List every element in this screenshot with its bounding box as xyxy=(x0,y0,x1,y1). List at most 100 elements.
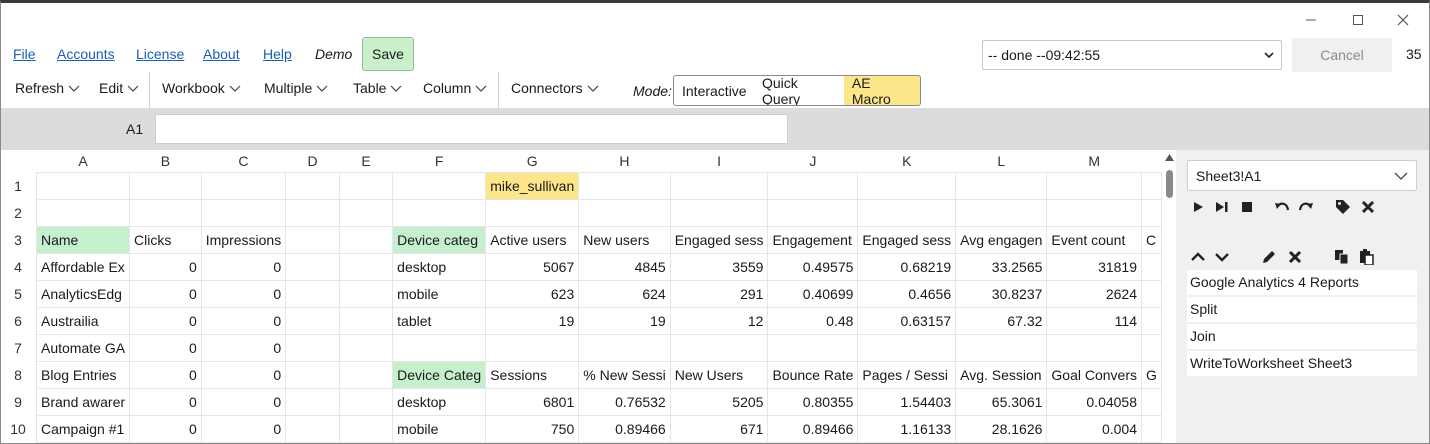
cell-g2[interactable] xyxy=(485,198,580,227)
cell-g9[interactable]: 6801 xyxy=(485,387,580,416)
cell-g5[interactable]: 623 xyxy=(485,279,580,308)
column-menu[interactable]: Column xyxy=(423,80,487,96)
cell-c7[interactable]: 0 xyxy=(200,333,287,362)
tag-icon[interactable] xyxy=(1334,198,1352,216)
column-header-m[interactable]: M xyxy=(1046,150,1142,172)
cell-overflow[interactable] xyxy=(1141,306,1162,335)
paste-icon[interactable] xyxy=(1357,248,1375,266)
cell-i3[interactable]: Engaged sess xyxy=(669,225,769,254)
scrollbar-thumb[interactable] xyxy=(1166,170,1173,198)
cell-g7[interactable] xyxy=(485,333,580,362)
cell-a1[interactable] xyxy=(35,171,131,200)
cell-a5[interactable]: AnalyticsEdg xyxy=(35,279,131,308)
cell-a3[interactable]: Name xyxy=(35,225,131,254)
cell-l10[interactable]: 28.1626 xyxy=(955,414,1048,443)
cell-overflow[interactable]: C xyxy=(1141,225,1162,254)
vertical-scrollbar[interactable] xyxy=(1162,150,1176,444)
undo-icon[interactable] xyxy=(1273,198,1291,216)
cell-i9[interactable]: 5205 xyxy=(669,387,769,416)
cell-m7[interactable] xyxy=(1046,333,1142,362)
cell-c10[interactable]: 0 xyxy=(200,414,287,443)
cell-h2[interactable] xyxy=(578,198,671,227)
cell-c4[interactable]: 0 xyxy=(200,252,287,281)
cell-j3[interactable]: Engagement xyxy=(767,225,859,254)
cell-i2[interactable] xyxy=(669,198,769,227)
cell-f3[interactable]: Device categ xyxy=(392,225,487,254)
cell-i7[interactable] xyxy=(669,333,769,362)
chevron-down-icon[interactable] xyxy=(1213,248,1231,266)
cell-h1[interactable] xyxy=(578,171,671,200)
cell-l9[interactable]: 65.3061 xyxy=(955,387,1048,416)
cell-e8[interactable] xyxy=(338,360,394,389)
cell-c9[interactable]: 0 xyxy=(200,387,287,416)
copy-icon[interactable] xyxy=(1333,248,1351,266)
cell-m3[interactable]: Event count xyxy=(1046,225,1142,254)
cell-i8[interactable]: New Users xyxy=(669,360,769,389)
column-header-i[interactable]: I xyxy=(670,150,768,172)
menu-file[interactable]: File xyxy=(13,46,36,62)
cell-f7[interactable] xyxy=(392,333,487,362)
cell-d9[interactable] xyxy=(285,387,340,416)
cell-g4[interactable]: 5067 xyxy=(485,252,580,281)
cell-a2[interactable] xyxy=(35,198,131,227)
cell-b8[interactable]: 0 xyxy=(129,360,202,389)
cell-k1[interactable] xyxy=(857,171,957,200)
cell-d1[interactable] xyxy=(285,171,340,200)
macro-step[interactable]: Join xyxy=(1187,324,1417,349)
row-header[interactable]: 8 xyxy=(0,361,37,388)
cell-a10[interactable]: Campaign #1 xyxy=(35,414,131,443)
cell-j9[interactable]: 0.80355 xyxy=(767,387,859,416)
cell-k2[interactable] xyxy=(857,198,957,227)
pencil-icon[interactable] xyxy=(1260,248,1278,266)
cell-c1[interactable] xyxy=(200,171,287,200)
cell-a9[interactable]: Brand awarer xyxy=(35,387,131,416)
cell-f2[interactable] xyxy=(392,198,487,227)
cell-l2[interactable] xyxy=(955,198,1048,227)
cell-c8[interactable]: 0 xyxy=(200,360,287,389)
cell-l5[interactable]: 30.8237 xyxy=(955,279,1048,308)
macro-step[interactable]: WriteToWorksheet Sheet3 xyxy=(1187,351,1417,376)
cell-g8[interactable]: Sessions xyxy=(485,360,580,389)
cell-f5[interactable]: mobile xyxy=(392,279,487,308)
column-header-j[interactable]: J xyxy=(767,150,858,172)
cell-e10[interactable] xyxy=(338,414,394,443)
close-window-button[interactable] xyxy=(1388,9,1418,31)
row-header[interactable]: 1 xyxy=(0,172,37,199)
cell-c2[interactable] xyxy=(200,198,287,227)
stop-icon[interactable] xyxy=(1238,198,1256,216)
cell-b2[interactable] xyxy=(129,198,202,227)
cell-e3[interactable] xyxy=(338,225,394,254)
cell-k3[interactable]: Engaged sess xyxy=(857,225,957,254)
cell-e1[interactable] xyxy=(338,171,394,200)
cell-m5[interactable]: 2624 xyxy=(1046,279,1142,308)
cell-l3[interactable]: Avg engagen xyxy=(955,225,1048,254)
column-header-d[interactable]: D xyxy=(285,150,340,172)
cell-j2[interactable] xyxy=(767,198,859,227)
cell-overflow[interactable] xyxy=(1141,252,1162,281)
cell-f10[interactable]: mobile xyxy=(392,414,487,443)
macro-step[interactable]: Split xyxy=(1187,297,1417,322)
macro-step[interactable]: Google Analytics 4 Reports xyxy=(1187,270,1417,295)
cell-m9[interactable]: 0.04058 xyxy=(1046,387,1142,416)
multiple-menu[interactable]: Multiple xyxy=(264,80,328,96)
column-header-c[interactable]: C xyxy=(201,150,286,172)
save-button[interactable]: Save xyxy=(362,37,414,71)
menu-license[interactable]: License xyxy=(136,46,184,62)
scroll-up-icon[interactable] xyxy=(1165,154,1174,161)
cell-d2[interactable] xyxy=(285,198,340,227)
cell-l1[interactable] xyxy=(955,171,1048,200)
cell-e7[interactable] xyxy=(338,333,394,362)
menu-help[interactable]: Help xyxy=(263,46,292,62)
cell-b1[interactable] xyxy=(129,171,202,200)
minimize-button[interactable] xyxy=(1296,9,1326,31)
cell-a7[interactable]: Automate GA xyxy=(35,333,131,362)
cell-j4[interactable]: 0.49575 xyxy=(767,252,859,281)
cell-overflow[interactable] xyxy=(1141,414,1162,443)
status-dropdown[interactable]: -- done --09:42:55 xyxy=(982,40,1282,70)
row-header[interactable]: 6 xyxy=(0,307,37,334)
cell-k8[interactable]: Pages / Sessi xyxy=(857,360,957,389)
mode-interactive[interactable]: Interactive xyxy=(674,76,754,105)
cell-i10[interactable]: 671 xyxy=(669,414,769,443)
cell-i4[interactable]: 3559 xyxy=(669,252,769,281)
cell-e4[interactable] xyxy=(338,252,394,281)
